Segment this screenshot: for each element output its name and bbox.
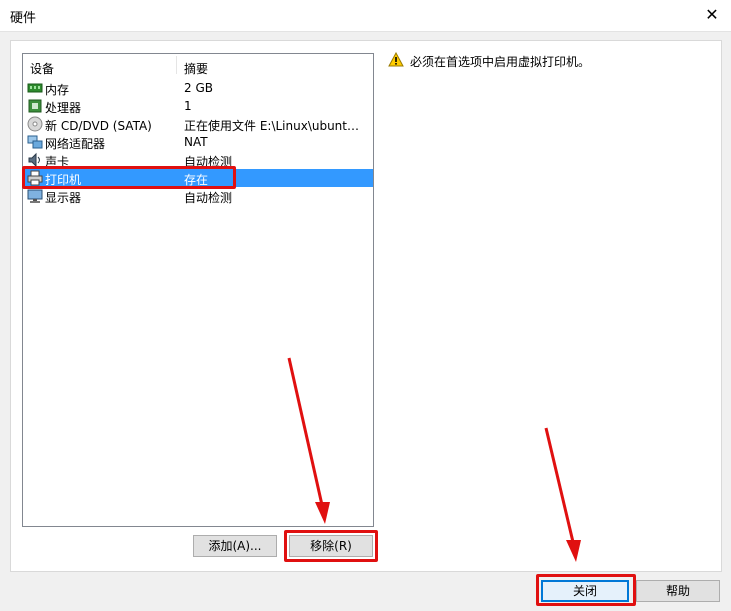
device-row-memory[interactable]: 内存 2 GB [23, 79, 373, 97]
device-row-processor[interactable]: 处理器 1 [23, 97, 373, 115]
printer-icon [27, 170, 43, 186]
close-window-icon[interactable]: ✕ [701, 4, 723, 26]
monitor-icon [27, 189, 43, 203]
device-summary: NAT [184, 135, 208, 149]
device-name: 打印机 [45, 173, 82, 187]
device-row-printer[interactable]: 打印机 存在 [23, 169, 373, 187]
device-list-header: 设备 摘要 [23, 54, 373, 78]
device-name: 网络适配器 [45, 137, 106, 151]
memory-icon [27, 83, 43, 93]
device-summary: 自动检测 [184, 155, 233, 169]
network-adapter-icon [27, 135, 43, 149]
device-list[interactable]: 设备 摘要 内存 2 GB 处理器 1 新 CD/DVD (SATA) 正在使用… [22, 53, 374, 527]
device-summary: 1 [184, 99, 192, 113]
column-separator[interactable] [176, 56, 177, 74]
warning-icon [388, 52, 404, 67]
window-title: 硬件 [10, 11, 37, 26]
device-name: 处理器 [45, 101, 82, 115]
summary-column-header[interactable]: 摘要 [184, 60, 208, 77]
device-summary: 存在 [184, 173, 209, 187]
device-row-display[interactable]: 显示器 自动检测 [23, 187, 373, 205]
title-bar: 硬件 ✕ [0, 0, 731, 32]
add-button[interactable]: 添加(A)... [193, 535, 277, 557]
device-name: 声卡 [45, 155, 70, 169]
remove-button[interactable]: 移除(R) [289, 535, 373, 557]
warning-message: 必须在首选项中启用虚拟打印机。 [410, 55, 591, 69]
device-name: 显示器 [45, 191, 82, 205]
cd-dvd-icon [27, 116, 43, 132]
device-column-header[interactable]: 设备 [30, 60, 54, 77]
device-summary: 2 GB [184, 81, 213, 95]
device-name: 新 CD/DVD (SATA) [45, 119, 152, 133]
close-button[interactable]: 关闭 [541, 580, 629, 602]
cpu-icon [28, 99, 42, 113]
device-summary: 正在使用文件 E:\Linux\ubuntu... [184, 119, 366, 133]
device-row-network-adapter[interactable]: 网络适配器 NAT [23, 133, 373, 151]
device-row-sound-card[interactable]: 声卡 自动检测 [23, 151, 373, 169]
device-summary: 自动检测 [184, 191, 233, 205]
help-button[interactable]: 帮助 [636, 580, 720, 602]
sound-card-icon [28, 152, 40, 168]
device-name: 内存 [45, 83, 70, 97]
device-row-cd-dvd[interactable]: 新 CD/DVD (SATA) 正在使用文件 E:\Linux\ubuntu..… [23, 115, 373, 133]
